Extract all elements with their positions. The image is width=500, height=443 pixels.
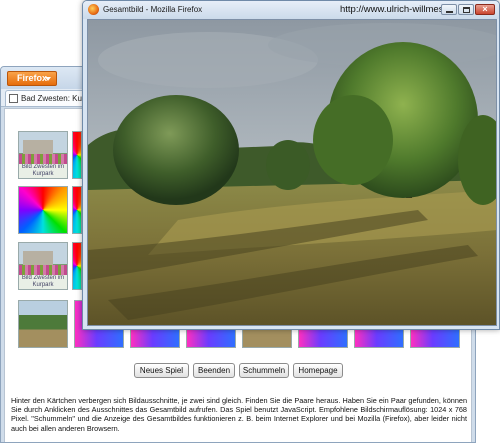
memory-tile[interactable] <box>72 131 82 179</box>
memory-tile[interactable]: Bild Zwesten im Kurpark <box>18 131 68 179</box>
homepage-button[interactable]: Homepage <box>293 363 343 378</box>
close-button[interactable]: × <box>475 4 495 15</box>
maximize-button[interactable] <box>458 4 474 15</box>
tab-label: Bad Zwesten: Kurpark <box>21 94 85 103</box>
cheat-button[interactable]: Schummeln <box>239 363 289 378</box>
tab-bad-zwesten[interactable]: Bad Zwesten: Kurpark <box>5 90 85 106</box>
new-game-button[interactable]: Neues Spiel <box>134 363 189 378</box>
tile-caption: Bild Zwesten im Kurpark <box>19 275 67 289</box>
firefox-menu-button[interactable]: Firefox <box>7 71 57 86</box>
memory-tile[interactable] <box>18 300 68 348</box>
memory-tile[interactable] <box>72 186 82 234</box>
park-photo <box>88 20 496 325</box>
popup-window: Gesamtbild - Mozilla Firefox http://www.… <box>82 0 500 330</box>
full-image <box>87 19 497 326</box>
memory-tile[interactable] <box>18 186 68 234</box>
maximize-icon <box>463 7 470 13</box>
firefox-menu-label: Firefox <box>17 73 48 83</box>
desktop: Firefox Bad Zwesten: Kurpark Bild Zweste… <box>0 0 500 443</box>
minimize-icon <box>446 11 453 13</box>
memory-tile[interactable] <box>72 242 82 290</box>
memory-tile[interactable]: Bild Zwesten im Kurpark <box>18 242 68 290</box>
game-description: Hinter den Kärtchen verbergen sich Bilda… <box>11 396 467 433</box>
tile-caption: Bild Zwesten im Kurpark <box>19 164 67 178</box>
chevron-down-icon <box>45 77 51 81</box>
quit-button[interactable]: Beenden <box>193 363 235 378</box>
popup-url: http://www.ulrich-willmes.de <box>340 4 457 15</box>
firefox-icon <box>88 4 99 15</box>
minimize-button[interactable] <box>441 4 457 15</box>
popup-titlebar[interactable]: Gesamtbild - Mozilla Firefox http://www.… <box>83 1 499 19</box>
page-icon <box>9 94 18 103</box>
close-icon: × <box>482 4 488 14</box>
popup-title: Gesamtbild - Mozilla Firefox <box>103 5 203 14</box>
